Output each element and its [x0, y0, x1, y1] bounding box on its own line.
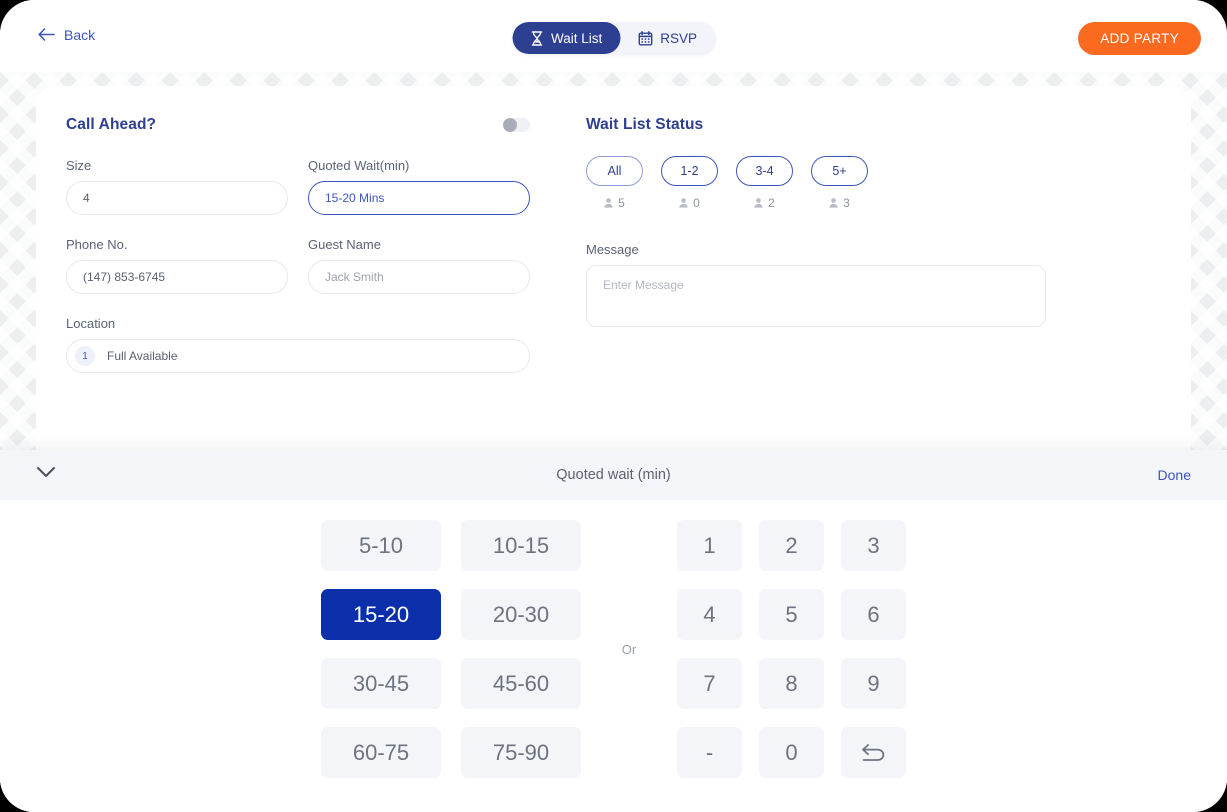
location-field-group: Location 1 Full Available — [66, 316, 586, 373]
location-select[interactable]: 1 Full Available — [66, 339, 530, 373]
digit-key-1[interactable]: 1 — [677, 520, 742, 571]
arrow-left-icon — [38, 28, 55, 42]
status-filter-5plus[interactable]: 5+ — [811, 156, 868, 186]
guest-name-input[interactable]: Jack Smith — [308, 260, 530, 294]
message-field-group: Message Enter Message — [586, 242, 1046, 327]
call-ahead-toggle[interactable] — [503, 118, 530, 132]
quoted-wait-input[interactable]: 15-20 Mins — [308, 181, 530, 215]
phone-input[interactable]: (147) 853-6745 — [66, 260, 288, 294]
person-icon — [604, 198, 613, 208]
view-toggle[interactable]: Wait List RSVP — [511, 22, 716, 54]
back-button[interactable]: Back — [38, 27, 95, 43]
digit-key-8[interactable]: 8 — [759, 658, 824, 709]
toggle-knob — [503, 118, 517, 132]
tab-rsvp-label: RSVP — [660, 30, 698, 46]
quoted-wait-picker: Quoted wait (min) Done 5-10 10-15 15-20 … — [0, 450, 1227, 812]
status-filter-1-2[interactable]: 1-2 — [661, 156, 718, 186]
status-count-group: 5 0 2 3 — [586, 196, 1086, 210]
chevron-down-icon[interactable] — [36, 466, 56, 484]
status-count-3-4: 2 — [736, 196, 793, 210]
status-filter-all[interactable]: All — [586, 156, 643, 186]
numeric-keypad: 1 2 3 4 5 6 7 8 9 - 0 — [677, 520, 906, 778]
calendar-icon — [638, 30, 653, 46]
range-key-10-15[interactable]: 10-15 — [461, 520, 581, 571]
quoted-wait-field-group: Quoted Wait(min) 15-20 Mins — [308, 158, 530, 215]
back-label: Back — [64, 27, 96, 43]
or-separator-label: Or — [621, 641, 637, 657]
digit-key-5[interactable]: 5 — [759, 589, 824, 640]
range-keypad: 5-10 10-15 15-20 20-30 30-45 45-60 60-75… — [321, 520, 581, 778]
message-textarea[interactable]: Enter Message — [586, 265, 1046, 327]
backspace-key[interactable] — [841, 727, 906, 778]
count-value: 3 — [843, 196, 850, 210]
picker-done-button[interactable]: Done — [1158, 467, 1191, 483]
digit-key-9[interactable]: 9 — [841, 658, 906, 709]
location-value: Full Available — [107, 349, 178, 363]
person-icon — [829, 198, 838, 208]
phone-field-group: Phone No. (147) 853-6745 — [66, 237, 288, 294]
person-icon — [679, 198, 688, 208]
message-label: Message — [586, 242, 639, 257]
picker-keypads: 5-10 10-15 15-20 20-30 30-45 45-60 60-75… — [0, 500, 1227, 778]
guest-name-label: Guest Name — [308, 237, 381, 252]
guest-name-field-group: Guest Name Jack Smith — [308, 237, 530, 294]
range-key-75-90[interactable]: 75-90 — [461, 727, 581, 778]
digit-key-0[interactable]: 0 — [759, 727, 824, 778]
wait-list-status-title: Wait List Status — [586, 116, 704, 133]
location-label: Location — [66, 316, 116, 331]
digit-key-2[interactable]: 2 — [759, 520, 824, 571]
range-key-20-30[interactable]: 20-30 — [461, 589, 581, 640]
call-ahead-title: Call Ahead? — [66, 116, 157, 133]
count-value: 2 — [768, 196, 775, 210]
range-key-60-75[interactable]: 60-75 — [321, 727, 441, 778]
call-ahead-panel: Call Ahead? Size 4 Quoted Wait(min) 15-2… — [36, 86, 586, 373]
tab-rsvp[interactable]: RSVP — [620, 22, 715, 54]
count-value: 0 — [693, 196, 700, 210]
app-header: Back Wait List RSVP ADD PARTY — [0, 0, 1227, 72]
tab-wait-list-label: Wait List — [550, 30, 603, 46]
count-value: 5 — [618, 196, 625, 210]
range-key-30-45[interactable]: 30-45 — [321, 658, 441, 709]
digit-key-7[interactable]: 7 — [677, 658, 742, 709]
digit-key-3[interactable]: 3 — [841, 520, 906, 571]
status-count-5plus: 3 — [811, 196, 868, 210]
status-count-all: 5 — [586, 196, 643, 210]
range-key-5-10[interactable]: 5-10 — [321, 520, 441, 571]
picker-toolbar: Quoted wait (min) Done — [0, 450, 1227, 500]
digit-key-6[interactable]: 6 — [841, 589, 906, 640]
status-filter-3-4[interactable]: 3-4 — [736, 156, 793, 186]
app-window: Back Wait List RSVP ADD PARTY Call Ahead… — [0, 0, 1227, 812]
range-key-15-20[interactable]: 15-20 — [321, 589, 441, 640]
size-input[interactable]: 4 — [66, 181, 288, 215]
add-party-button[interactable]: ADD PARTY — [1078, 22, 1201, 55]
size-field-group: Size 4 — [66, 158, 288, 215]
hourglass-icon — [530, 30, 543, 46]
location-badge: 1 — [75, 346, 95, 366]
status-filter-group: All 1-2 3-4 5+ — [586, 156, 1086, 186]
wait-list-status-panel: Wait List Status All 1-2 3-4 5+ 5 0 2 3 … — [586, 86, 1086, 327]
digit-key-4[interactable]: 4 — [677, 589, 742, 640]
quoted-wait-label: Quoted Wait(min) — [308, 158, 410, 173]
picker-title: Quoted wait (min) — [556, 467, 671, 483]
size-label: Size — [66, 158, 92, 173]
undo-arrow-icon — [861, 743, 887, 763]
person-icon — [754, 198, 763, 208]
digit-key-dash[interactable]: - — [677, 727, 742, 778]
phone-label: Phone No. — [66, 237, 128, 252]
status-count-1-2: 0 — [661, 196, 718, 210]
tab-wait-list[interactable]: Wait List — [511, 22, 621, 54]
range-key-45-60[interactable]: 45-60 — [461, 658, 581, 709]
main-card: Call Ahead? Size 4 Quoted Wait(min) 15-2… — [36, 86, 1191, 466]
